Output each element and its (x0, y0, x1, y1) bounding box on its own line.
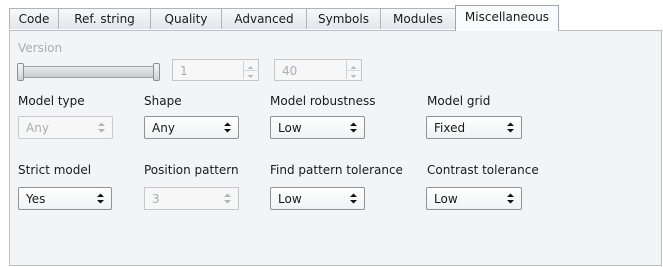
strict-model-label: Strict model (18, 163, 92, 177)
slider-track (21, 66, 160, 78)
tab-modules[interactable]: Modules (380, 8, 456, 29)
model-robustness-select[interactable]: Low (270, 116, 365, 139)
version-max-spinbox[interactable]: 40 (274, 59, 362, 81)
model-type-value: Any (26, 121, 49, 135)
updown-arrow-icon (507, 193, 514, 204)
model-type-label: Model type (18, 94, 85, 108)
find-pattern-tolerance-value: Low (278, 192, 302, 206)
updown-arrow-icon (224, 122, 231, 133)
contrast-tolerance-select[interactable]: Low (426, 187, 522, 210)
version-label: Version (18, 41, 63, 55)
tab-ref-string[interactable]: Ref. string (58, 8, 151, 29)
version-min-value: 1 (180, 64, 188, 78)
updown-arrow-icon (98, 122, 105, 133)
tab-code[interactable]: Code (9, 8, 59, 29)
slider-min-handle[interactable] (17, 63, 24, 81)
contrast-tolerance-label: Contrast tolerance (427, 163, 539, 177)
find-pattern-tolerance-select[interactable]: Low (270, 187, 365, 210)
model-grid-label: Model grid (427, 94, 491, 108)
version-range-slider[interactable] (17, 63, 160, 81)
model-grid-select[interactable]: Fixed (426, 116, 522, 139)
strict-model-select[interactable]: Yes (18, 187, 112, 210)
shape-value: Any (152, 121, 175, 135)
version-max-value: 40 (282, 64, 298, 78)
updown-arrow-icon (97, 193, 104, 204)
updown-arrow-icon (507, 122, 514, 133)
model-robustness-value: Low (278, 121, 302, 135)
contrast-tolerance-value: Low (434, 192, 458, 206)
tab-advanced[interactable]: Advanced (221, 8, 307, 29)
version-min-spinbox[interactable]: 1 (172, 59, 259, 81)
slider-max-handle[interactable] (153, 63, 160, 81)
spin-buttons (243, 61, 257, 79)
spin-down-arrow-icon[interactable] (347, 70, 360, 79)
tab-quality[interactable]: Quality (150, 8, 222, 29)
shape-label: Shape (144, 94, 182, 108)
tab-bar: Code Ref. string Quality Advanced Symbol… (0, 0, 663, 31)
strict-model-value: Yes (26, 192, 46, 206)
position-pattern-value: 3 (152, 192, 160, 206)
updown-arrow-icon[interactable] (223, 191, 232, 206)
tab-miscellaneous[interactable]: Miscellaneous (455, 5, 559, 31)
find-pattern-tolerance-label: Find pattern tolerance (270, 163, 403, 177)
shape-select[interactable]: Any (144, 116, 239, 139)
tab-symbols[interactable]: Symbols (306, 8, 381, 29)
spin-buttons (346, 61, 360, 79)
spin-down-arrow-icon[interactable] (244, 70, 257, 79)
model-robustness-label: Model robustness (270, 94, 376, 108)
updown-arrow-icon (350, 193, 357, 204)
position-pattern-label: Position pattern (144, 163, 239, 177)
model-grid-value: Fixed (434, 121, 466, 135)
model-type-select[interactable]: Any (18, 116, 113, 139)
updown-arrow-icon (350, 122, 357, 133)
position-pattern-spinbox[interactable]: 3 (144, 187, 239, 210)
